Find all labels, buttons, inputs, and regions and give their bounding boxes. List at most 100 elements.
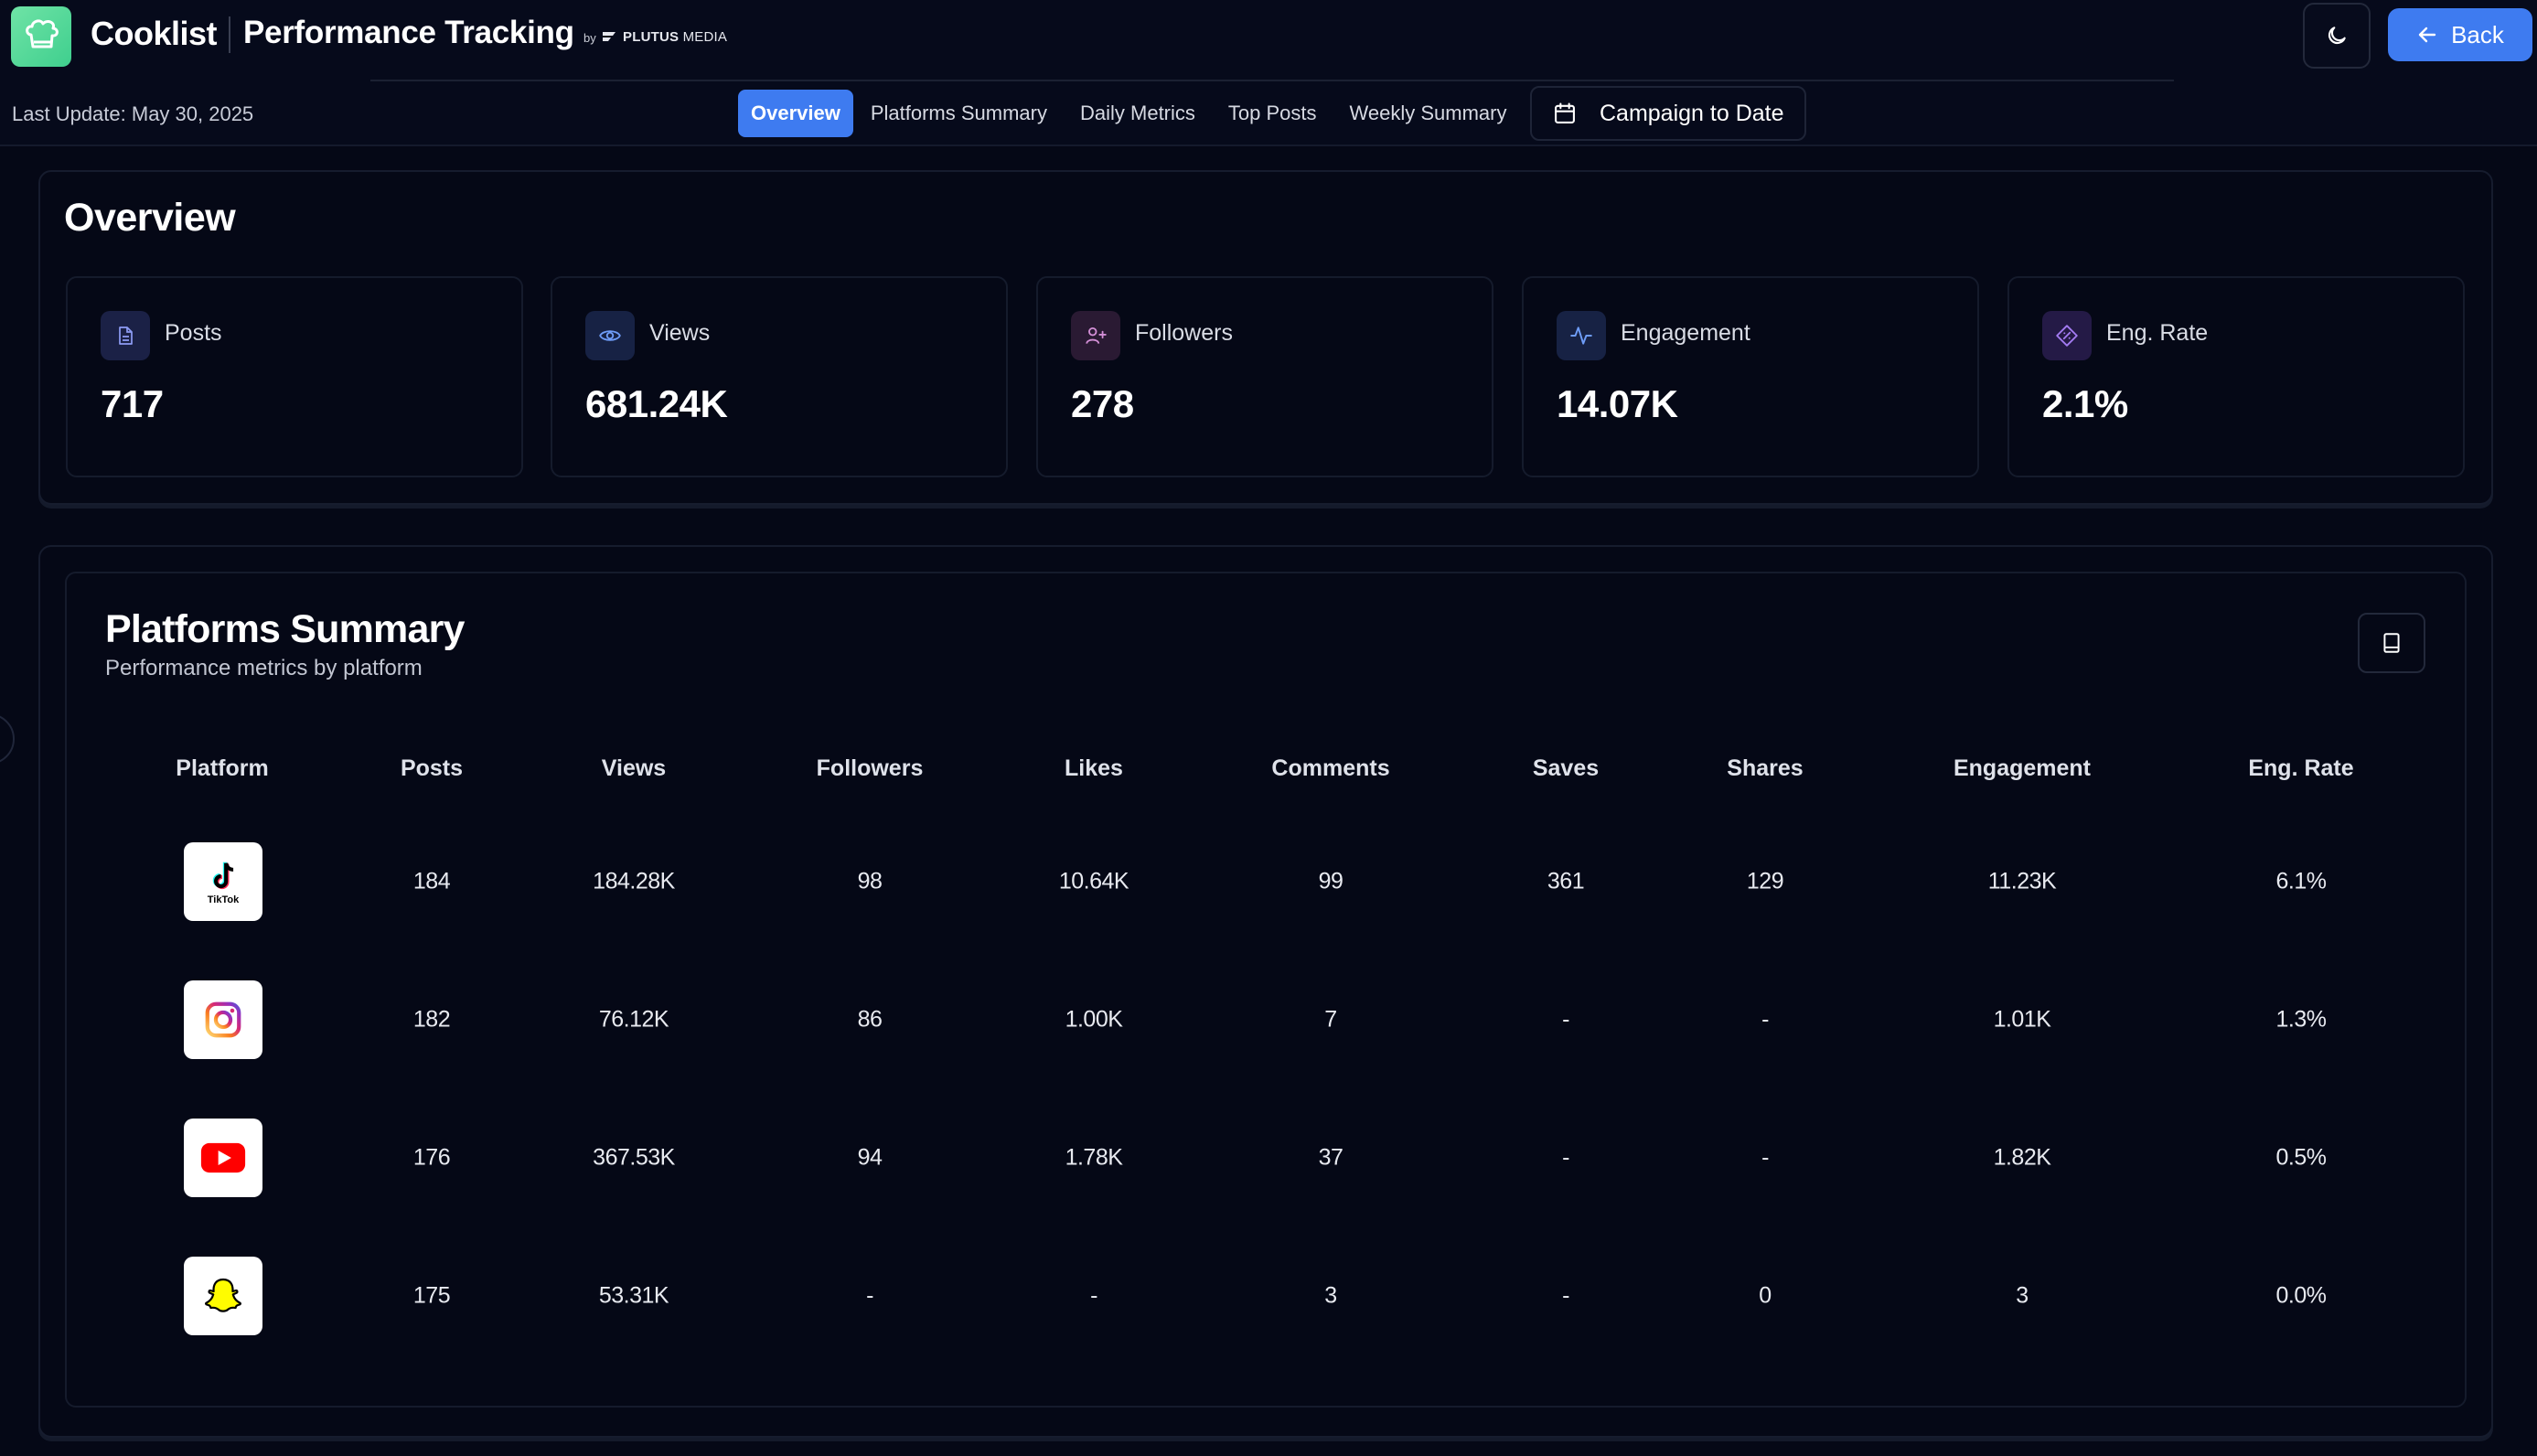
youtube-icon xyxy=(184,1119,262,1197)
cell-shares: 0 xyxy=(1759,1282,1772,1309)
cell-likes: 10.64K xyxy=(1058,868,1129,894)
instagram-icon xyxy=(184,980,262,1059)
cell-followers: - xyxy=(866,1282,873,1309)
cell-shares: - xyxy=(1761,1144,1769,1171)
book-icon xyxy=(2383,633,2400,653)
section-nav: Overview Platforms Summary Daily Metrics… xyxy=(738,90,1524,137)
diamond-percent-icon xyxy=(2042,311,2092,360)
cell-eng-rate: 0.0% xyxy=(2275,1282,2327,1309)
stat-label: Views xyxy=(649,320,711,346)
overview-title: Overview xyxy=(64,196,236,240)
column-header-saves: Saves xyxy=(1532,755,1600,781)
cell-views: 184.28K xyxy=(593,868,675,894)
cell-comments: 3 xyxy=(1324,1282,1337,1309)
date-range-label: Campaign to Date xyxy=(1600,100,1784,126)
column-header-shares: Shares xyxy=(1727,755,1804,781)
last-update: Last Update: May 30, 2025 xyxy=(12,102,254,125)
stat-value: 717 xyxy=(101,382,164,425)
stat-card-followers: Followers 278 xyxy=(1036,276,1493,477)
document-icon xyxy=(101,311,150,360)
tab-top-posts[interactable]: Top Posts xyxy=(1213,90,1333,137)
cell-views: 76.12K xyxy=(598,1006,669,1033)
stat-value: 14.07K xyxy=(1557,382,1678,425)
cell-likes: 1.00K xyxy=(1065,1006,1123,1033)
brand-strong: PLUTUS xyxy=(623,29,680,45)
stat-label: Eng. Rate xyxy=(2106,320,2209,346)
stat-card-posts: Posts 717 xyxy=(66,276,523,477)
date-range-picker[interactable]: Campaign to Date xyxy=(1530,86,1806,141)
cell-comments: 99 xyxy=(1318,868,1343,894)
tiktok-wordmark: TikTok xyxy=(207,894,240,905)
column-header-followers: Followers xyxy=(816,755,924,781)
snapchat-icon xyxy=(184,1257,262,1335)
by-label: by xyxy=(583,31,596,45)
platforms-title: Platforms Summary xyxy=(105,607,465,651)
column-header-comments: Comments xyxy=(1271,755,1390,781)
tab-daily-metrics[interactable]: Daily Metrics xyxy=(1065,90,1211,137)
cell-followers: 98 xyxy=(857,868,883,894)
cell-followers: 86 xyxy=(857,1006,883,1033)
back-label: Back xyxy=(2451,20,2504,48)
cell-comments: 37 xyxy=(1318,1144,1343,1171)
stat-card-engagement: Engagement 14.07K xyxy=(1522,276,1979,477)
cell-views: 53.31K xyxy=(598,1282,669,1309)
cell-views: 367.53K xyxy=(593,1144,675,1171)
brand-name: PLUTUS MEDIA xyxy=(623,29,727,45)
cell-eng-rate: 1.3% xyxy=(2275,1006,2327,1033)
calendar-icon xyxy=(1552,101,1578,126)
column-header-eng-rate: Eng. Rate xyxy=(2248,755,2354,781)
cell-shares: - xyxy=(1761,1006,1769,1033)
tab-platforms-summary[interactable]: Platforms Summary xyxy=(855,90,1063,137)
tab-overview[interactable]: Overview xyxy=(738,90,853,137)
activity-icon xyxy=(1557,311,1606,360)
cell-saves: - xyxy=(1562,1144,1569,1171)
cell-saves: - xyxy=(1562,1006,1569,1033)
tiktok-icon: TikTok xyxy=(184,842,262,921)
cell-eng-rate: 0.5% xyxy=(2275,1144,2327,1171)
tab-weekly-summary[interactable]: Weekly Summary xyxy=(1334,90,1523,137)
stat-value: 681.24K xyxy=(585,382,728,425)
stat-label: Engagement xyxy=(1621,320,1750,346)
theme-toggle-button[interactable] xyxy=(2303,3,2371,69)
back-button[interactable]: Back xyxy=(2388,8,2532,61)
column-header-platform: Platform xyxy=(176,755,269,781)
eye-icon xyxy=(585,311,635,360)
stat-card-eng-rate: Eng. Rate 2.1% xyxy=(2007,276,2465,477)
moon-icon xyxy=(2328,27,2346,45)
cell-saves: - xyxy=(1562,1282,1569,1309)
cell-likes: - xyxy=(1090,1282,1097,1309)
cooklist-logo-icon[interactable] xyxy=(11,6,71,67)
guide-button[interactable] xyxy=(2358,613,2425,673)
cell-posts: 175 xyxy=(412,1282,451,1309)
side-drawer-handle[interactable] xyxy=(0,713,15,765)
page-title: Performance Tracking xyxy=(243,15,574,50)
plutus-media-logo-icon xyxy=(603,32,616,41)
stat-card-views: Views 681.24K xyxy=(551,276,1008,477)
cell-saves: 361 xyxy=(1547,868,1585,894)
cell-followers: 94 xyxy=(857,1144,883,1171)
cell-posts: 182 xyxy=(412,1006,451,1033)
platforms-subtitle: Performance metrics by platform xyxy=(105,656,423,680)
user-plus-icon xyxy=(1071,311,1120,360)
column-header-views: Views xyxy=(601,755,667,781)
cell-eng-rate: 6.1% xyxy=(2275,868,2327,894)
column-header-posts: Posts xyxy=(400,755,464,781)
cell-engagement: 3 xyxy=(2016,1282,2029,1309)
title-divider xyxy=(229,16,230,53)
cell-likes: 1.78K xyxy=(1065,1144,1123,1171)
stat-value: 278 xyxy=(1071,382,1134,425)
cell-engagement: 11.23K xyxy=(1987,868,2057,894)
brand-light: MEDIA xyxy=(682,29,728,45)
cell-engagement: 1.01K xyxy=(1993,1006,2051,1033)
cell-engagement: 1.82K xyxy=(1993,1144,2051,1171)
cell-shares: 129 xyxy=(1746,868,1784,894)
arrow-left-icon xyxy=(2418,27,2436,43)
cell-comments: 7 xyxy=(1324,1006,1337,1033)
stat-label: Posts xyxy=(165,320,222,346)
header-divider xyxy=(370,80,2174,81)
stat-label: Followers xyxy=(1135,320,1233,346)
column-header-likes: Likes xyxy=(1065,755,1123,781)
column-header-engagement: Engagement xyxy=(1953,755,2092,781)
app-name: Cooklist xyxy=(91,15,218,52)
cell-posts: 176 xyxy=(412,1144,451,1171)
